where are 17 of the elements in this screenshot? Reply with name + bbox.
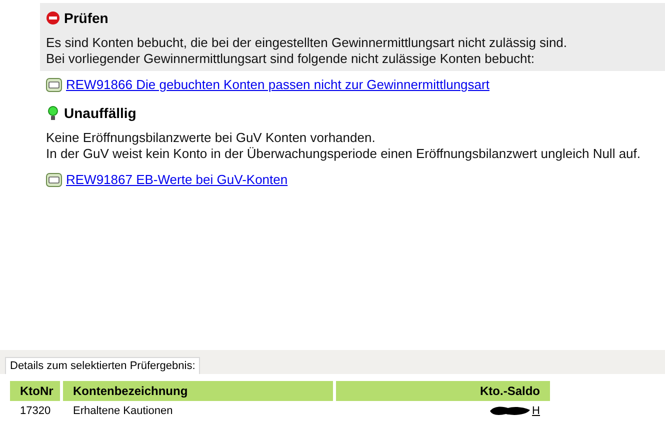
table-cell-text: Erhaltene Kautionen	[72, 404, 174, 419]
column-header: Kto.-Saldo	[336, 381, 550, 401]
column-header: Kontenbezeichnung	[63, 381, 333, 401]
message-text: Bei vorliegender Gewinnermittlungsart sind folgende nicht zulässige Konten bebucht:	[46, 51, 536, 67]
table-cell-text: H	[532, 404, 540, 419]
stop-icon	[46, 11, 60, 25]
message-text: Es sind Konten bebucht, die bei der eingestellten Gewinnermittlungsart nicht zulässig sind.	[46, 35, 568, 51]
message-text: In der GuV weist kein Konto in der Überwachungsperiode einen Eröffnungsbilanzwert ungleich Null auf.	[46, 146, 642, 162]
details-tab[interactable]: Details zum selektierten Prüfergebnis:	[5, 357, 200, 374]
column-header: KtoNr	[10, 381, 60, 401]
message-text: Keine Eröffnungsbilanzwerte bei GuV Konten vorhanden.	[46, 130, 376, 146]
rule-link[interactable]: REW91867 EB-Werte bei GuV-Konten	[66, 172, 288, 187]
section-title: Prüfen	[64, 10, 108, 26]
section-title: Unauffällig	[64, 105, 136, 121]
rule-link[interactable]: REW91866 Die gebuchten Konten passen nicht zur Gewinnermittlungsart	[66, 77, 490, 92]
lightbulb-icon	[46, 105, 60, 121]
table-cell-text: 17320	[19, 404, 52, 419]
